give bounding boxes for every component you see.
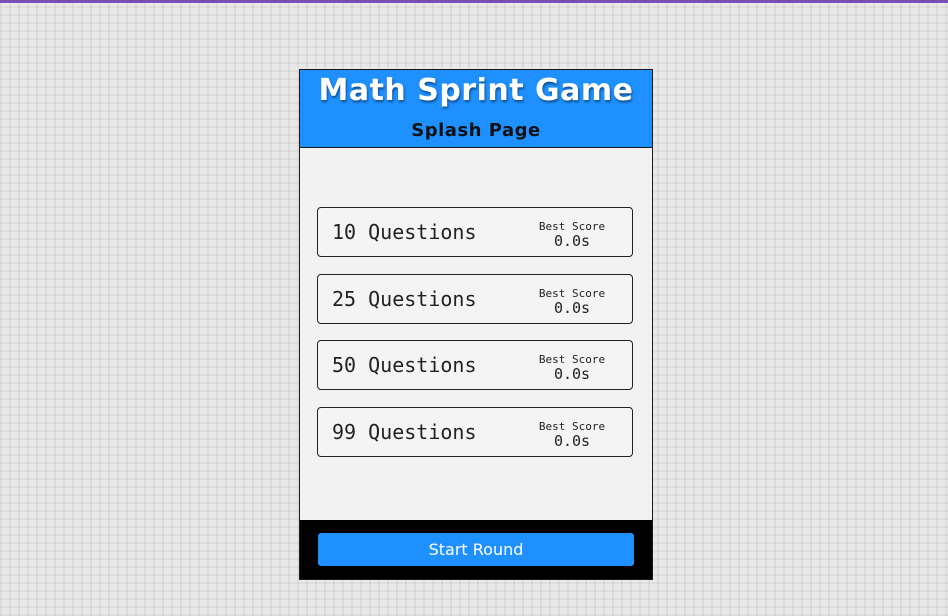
top-accent-line <box>0 0 948 3</box>
best-score: Best Score 0.0s <box>534 420 610 449</box>
best-score-value: 0.0s <box>553 432 591 450</box>
game-title: Math Sprint Game <box>318 73 634 108</box>
question-option-99[interactable]: 99 Questions Best Score 0.0s <box>317 407 633 457</box>
page-subtitle: Splash Page <box>411 120 541 141</box>
best-score: Best Score 0.0s <box>534 353 610 382</box>
start-round-button[interactable]: Start Round <box>318 533 634 566</box>
header: Math Sprint Game Splash Page <box>300 70 652 148</box>
option-label: 10 Questions <box>332 220 477 244</box>
best-score-value: 0.0s <box>553 232 591 250</box>
option-label: 25 Questions <box>332 287 477 311</box>
option-label: 50 Questions <box>332 353 477 377</box>
question-option-10[interactable]: 10 Questions Best Score 0.0s <box>317 207 633 257</box>
question-option-25[interactable]: 25 Questions Best Score 0.0s <box>317 274 633 324</box>
best-score-value: 0.0s <box>553 365 591 383</box>
best-score: Best Score 0.0s <box>534 287 610 316</box>
footer: Start Round <box>300 520 652 579</box>
option-label: 99 Questions <box>332 420 477 444</box>
question-option-50[interactable]: 50 Questions Best Score 0.0s <box>317 340 633 390</box>
game-container: Math Sprint Game Splash Page 10 Question… <box>299 69 653 580</box>
best-score-value: 0.0s <box>553 299 591 317</box>
best-score: Best Score 0.0s <box>534 220 610 249</box>
